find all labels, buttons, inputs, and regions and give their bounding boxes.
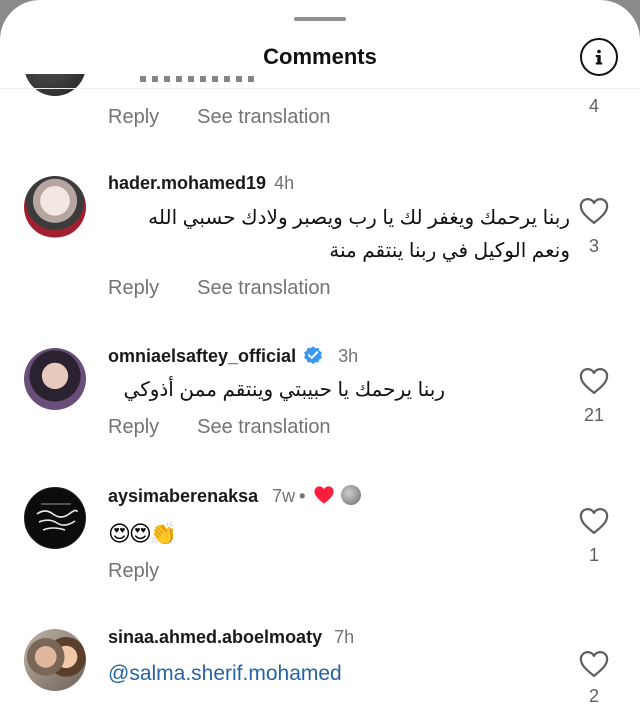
like-count: 21 — [583, 405, 605, 425]
page-title: Comments — [263, 44, 377, 69]
comment-emojis: 😍😍👏 — [108, 521, 177, 546]
timestamp: 4h — [274, 173, 295, 193]
comment-text-cut — [140, 76, 260, 88]
reply-button[interactable]: Reply — [108, 416, 159, 438]
like-count: 3 — [588, 236, 599, 256]
creator-liked-heart-icon — [314, 486, 334, 504]
comment-actions: Reply — [108, 560, 197, 583]
drag-handle[interactable] — [294, 17, 346, 21]
separator-dot: • — [299, 486, 306, 506]
heart-icon[interactable] — [579, 650, 609, 678]
mention-link[interactable]: @salma.sherif.mohamed — [108, 662, 342, 686]
avatar[interactable] — [24, 629, 86, 691]
avatar[interactable] — [24, 176, 86, 238]
see-translation-button[interactable]: See translation — [197, 277, 330, 299]
like-count: 4 — [588, 96, 599, 116]
reply-button[interactable]: Reply — [108, 106, 159, 128]
heart-icon[interactable] — [579, 197, 609, 225]
calligraphy-image — [36, 503, 78, 531]
username[interactable]: hader.mohamed19 4h — [108, 173, 294, 194]
comment-actions: Reply See translation — [108, 416, 369, 439]
comment-text: ربنا يرحمك ويغفر لك يا رب ويصبر ولادك حس… — [148, 207, 570, 262]
info-icon[interactable] — [580, 38, 618, 76]
comment-actions: Reply See translation — [108, 277, 369, 300]
header-divider — [0, 88, 640, 89]
timestamp: 7w — [272, 486, 296, 506]
avatar[interactable] — [24, 74, 86, 96]
avatar[interactable] — [24, 487, 86, 549]
comments-sheet: Comments Reply See translation 4 hader.mo… — [0, 0, 640, 704]
like-count: 2 — [588, 686, 599, 704]
username[interactable]: aysimaberenaksa 7w • — [108, 485, 362, 507]
heart-icon[interactable] — [579, 507, 609, 535]
comment-actions: Reply See translation — [108, 106, 369, 129]
username[interactable]: sinaa.ahmed.aboelmoaty 7h — [108, 627, 354, 648]
avatar[interactable] — [24, 348, 86, 410]
reply-button[interactable]: Reply — [108, 560, 159, 582]
username[interactable]: omniaelsaftey_official 3h — [108, 344, 358, 367]
like-count: 1 — [588, 545, 599, 565]
timestamp: 7h — [334, 627, 355, 647]
see-translation-button[interactable]: See translation — [197, 416, 330, 438]
creator-avatar-mini — [341, 485, 362, 505]
heart-icon[interactable] — [579, 367, 609, 395]
reply-button[interactable]: Reply — [108, 277, 159, 299]
comment-text: ربنا يرحمك يا حبيبتي وينتقم ممن أذوكي — [123, 379, 445, 401]
see-translation-button[interactable]: See translation — [197, 106, 330, 128]
timestamp: 3h — [338, 346, 359, 366]
verified-badge-icon — [304, 346, 322, 365]
